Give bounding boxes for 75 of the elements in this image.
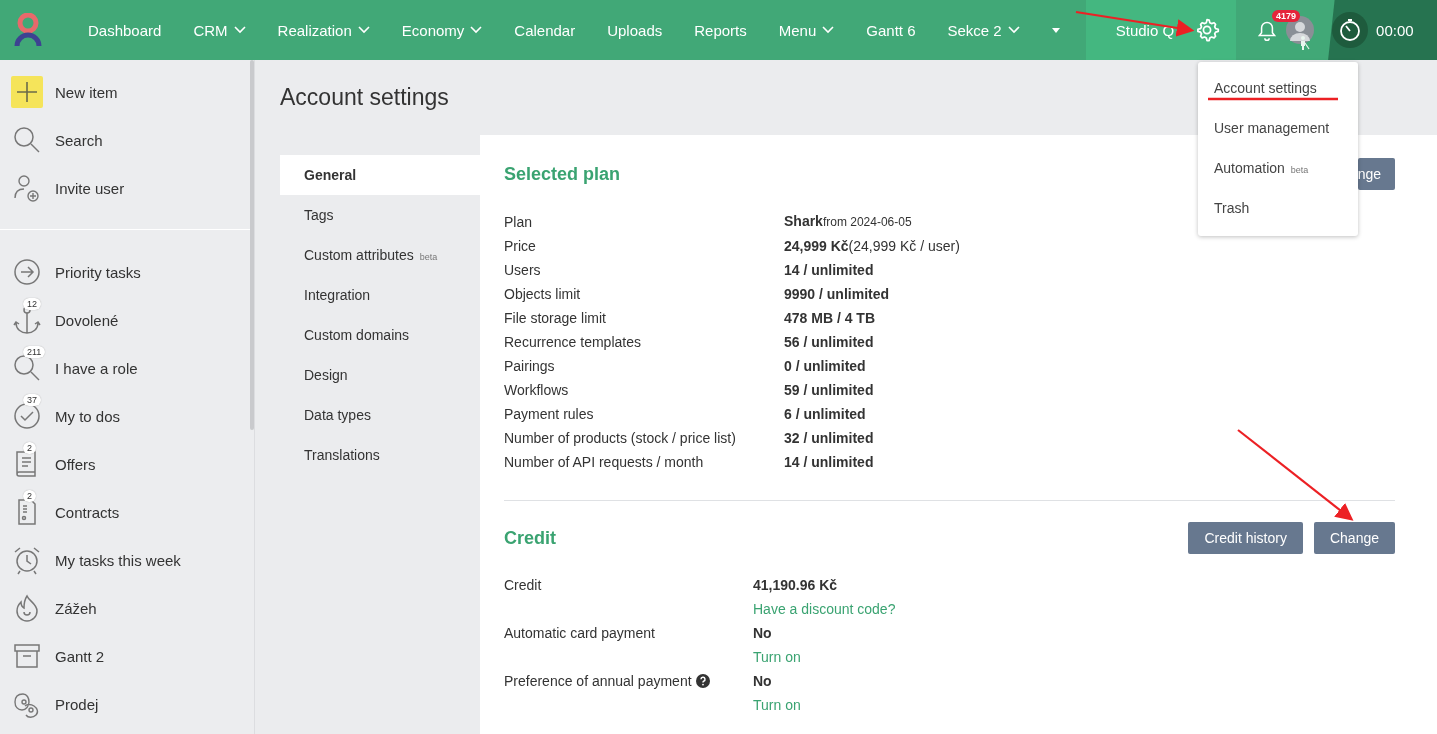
sidebar-item[interactable]: 211 I have a role [0,344,254,392]
dropdown-option[interactable]: Trash [1198,188,1358,228]
settings-tab[interactable]: Design [280,355,480,395]
field-value: 9990 / unlimited [784,285,891,304]
settings-icon[interactable] [1194,17,1221,43]
sidebar-item[interactable]: Search [0,116,254,164]
field-value: 14 / unlimited [784,453,875,472]
arrow-circle-icon [11,256,43,288]
field-value: No [753,672,773,691]
field-label: Number of API requests / month [504,453,705,472]
sidebar-item[interactable]: Priority tasks [0,248,254,296]
field-value: 0 / unlimited [784,357,867,376]
settings-tab[interactable]: Integration [280,275,480,315]
sidebar-item[interactable]: 2 Contracts [0,488,254,536]
sidebar-item[interactable]: Zážeh [0,584,254,632]
field-label: Number of products (stock / price list) [504,429,737,448]
count-badge: 12 [23,298,41,310]
page-title: Account settings [279,83,449,112]
partly-hidden-button[interactable]: nge [1357,158,1395,190]
sidebar-item[interactable]: Prodej [0,680,254,728]
field-value: No [753,624,773,643]
dropdown-option[interactable]: Account settings [1198,68,1358,108]
field-label: File storage limit [504,309,607,328]
field-value: 32 / unlimited [784,429,875,448]
logo-icon[interactable] [14,13,42,47]
field-label: Workflows [504,381,570,400]
section-title: Credit [504,527,556,549]
section-title: Selected plan [504,163,621,185]
scrollbar[interactable] [250,60,254,430]
stopwatch-icon[interactable] [1332,12,1369,48]
field-value: 59 / unlimited [784,381,875,400]
sidebar-item[interactable]: Gantt 2 [0,632,254,680]
settings-tab[interactable]: Custom attributes beta [280,235,480,275]
person-icon [1298,36,1311,50]
field-label: Objects limit [504,285,582,304]
field-label: Plan [504,212,534,232]
action-button[interactable]: Change [1313,522,1395,554]
field-label: Credit [504,576,543,595]
field-value: 6 / unlimited [784,405,867,424]
count-badge: 2 [23,490,36,502]
action-button[interactable]: Credit history [1188,522,1303,554]
dropdown-option[interactable]: Automation beta [1198,148,1358,188]
count-badge: 211 [23,346,46,358]
count-badge: 37 [23,394,41,406]
plus-icon [11,76,43,108]
field-label: Recurrence templates [504,333,642,352]
settings-tab[interactable]: Tags [280,195,480,235]
field-value: Sharkfrom 2024-06-05 [784,212,913,231]
field-value: 478 MB / 4 TB [784,309,877,328]
sidebar-item[interactable]: My tasks this week [0,536,254,584]
settings-tab[interactable]: Data types [280,395,480,435]
settings-tab[interactable]: Translations [280,435,480,475]
notification-count: 4179 [1272,10,1301,22]
field-value: 14 / unlimited [784,261,875,280]
sidebar-item[interactable]: 2 Offers [0,440,254,488]
field-value: 56 / unlimited [784,333,875,352]
more-caret-icon[interactable] [1051,27,1060,33]
field-value: 24,999 Kč(24,999 Kč / user) [784,237,961,256]
help-icon[interactable] [695,674,710,688]
field-label: Pairings [504,357,556,376]
sidebar-item[interactable]: 12 Dovolené [0,296,254,344]
sidebar-item[interactable]: 37 My to dos [0,392,254,440]
count-badge: 2 [23,442,36,454]
settings-tab[interactable]: General [280,155,480,195]
sidebar-item[interactable]: Invite user [0,164,254,212]
dropdown-option[interactable]: User management [1198,108,1358,148]
sidebar-item[interactable]: New item [0,68,254,116]
field-label: Price [504,237,537,256]
settings-tab[interactable]: Custom domains [280,315,480,355]
field-label: Payment rules [504,405,595,424]
field-label: Users [504,261,542,280]
field-label: Automatic card payment [504,624,656,643]
field-value: 41,190.96 Kč [753,576,839,595]
timer-text: 00:00 [1376,21,1414,39]
field-label: Preference of annual payment [504,669,753,693]
